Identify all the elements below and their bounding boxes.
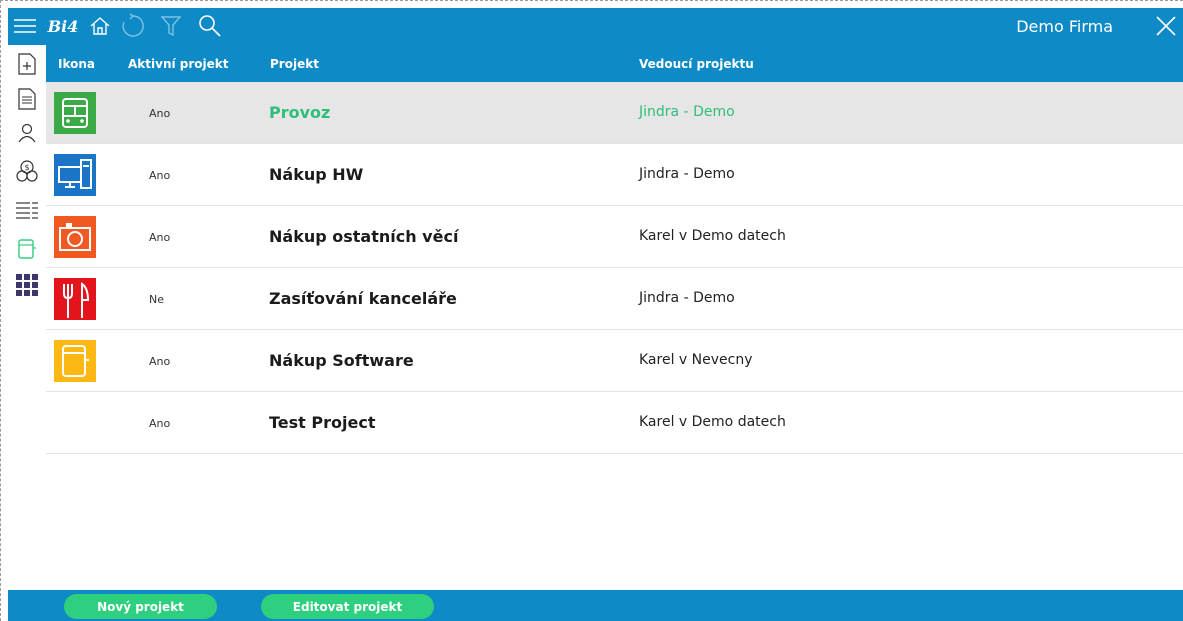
bus-icon: [54, 92, 96, 134]
home-icon[interactable]: [87, 12, 113, 40]
table-header: Ikona Aktivní projekt Projekt Vedoucí pr…: [46, 45, 1183, 82]
filter-icon[interactable]: [158, 12, 184, 40]
project-name: Nákup ostatních věcí: [269, 227, 459, 246]
column-header-lead: Vedoucí projektu: [639, 57, 754, 71]
project-name: Test Project: [269, 413, 376, 432]
new-project-button[interactable]: Nový projekt: [64, 594, 217, 619]
project-lead: Jindra - Demo: [639, 290, 735, 306]
project-lead: Karel v Nevecny: [639, 352, 753, 368]
project-notebook-icon[interactable]: [16, 237, 38, 261]
table-row[interactable]: Ano Nákup HW Jindra - Demo: [46, 144, 1183, 206]
bottom-bar: Nový projekt Editovat projekt: [8, 590, 1183, 621]
column-header-project: Projekt: [270, 57, 319, 71]
project-table: Ano Provoz Jindra - Demo Ano Nákup HW Ji…: [46, 82, 1183, 454]
active-value: Ano: [149, 169, 171, 182]
apps-grid-icon[interactable]: [16, 273, 38, 297]
edit-project-button[interactable]: Editovat projekt: [261, 594, 434, 619]
computer-icon: [54, 154, 96, 196]
active-value: Ano: [149, 107, 171, 120]
document-icon[interactable]: [16, 87, 38, 111]
active-value: Ano: [149, 417, 171, 430]
project-name: Zasíťování kanceláře: [269, 289, 457, 308]
project-lead: Jindra - Demo: [639, 104, 735, 120]
project-lead: Jindra - Demo: [639, 166, 735, 182]
project-name: Nákup HW: [269, 165, 364, 184]
cutlery-icon: [54, 278, 96, 320]
company-name: Demo Firma: [1016, 17, 1113, 36]
table-row[interactable]: Ne Zasíťování kanceláře Jindra - Demo: [46, 268, 1183, 330]
table-row[interactable]: Ano Nákup ostatních věcí Karel v Demo da…: [46, 206, 1183, 268]
active-value: Ano: [149, 231, 171, 244]
logo: Bi4: [45, 12, 81, 40]
notebook-icon: [54, 340, 96, 382]
project-lead: Karel v Demo datech: [639, 414, 786, 430]
menu-icon[interactable]: [12, 12, 38, 40]
project-name: Provoz: [269, 103, 331, 122]
logo-text: Bi4: [47, 16, 79, 36]
refresh-icon[interactable]: [118, 12, 148, 40]
project-name: Nákup Software: [269, 351, 414, 370]
active-value: Ano: [149, 355, 171, 368]
search-icon[interactable]: [196, 12, 224, 40]
user-icon[interactable]: [16, 121, 38, 145]
table-row[interactable]: Ano Nákup Software Karel v Nevecny: [46, 330, 1183, 392]
close-icon[interactable]: [1153, 12, 1179, 40]
money-icon[interactable]: $: [16, 160, 38, 184]
project-lead: Karel v Demo datech: [639, 228, 786, 244]
column-header-icon: Ikona: [58, 57, 96, 71]
list-icon[interactable]: [16, 198, 38, 222]
table-row[interactable]: Ano Provoz Jindra - Demo: [46, 82, 1183, 144]
sidebar: $: [8, 45, 46, 591]
svg-text:$: $: [24, 163, 29, 172]
column-header-active: Aktivní projekt: [128, 57, 229, 71]
active-value: Ne: [149, 293, 164, 306]
new-document-icon[interactable]: [16, 52, 38, 76]
camera-icon: [54, 216, 96, 258]
table-row[interactable]: Ano Test Project Karel v Demo datech: [46, 392, 1183, 454]
top-bar: Bi4 Demo Firma: [8, 8, 1183, 45]
